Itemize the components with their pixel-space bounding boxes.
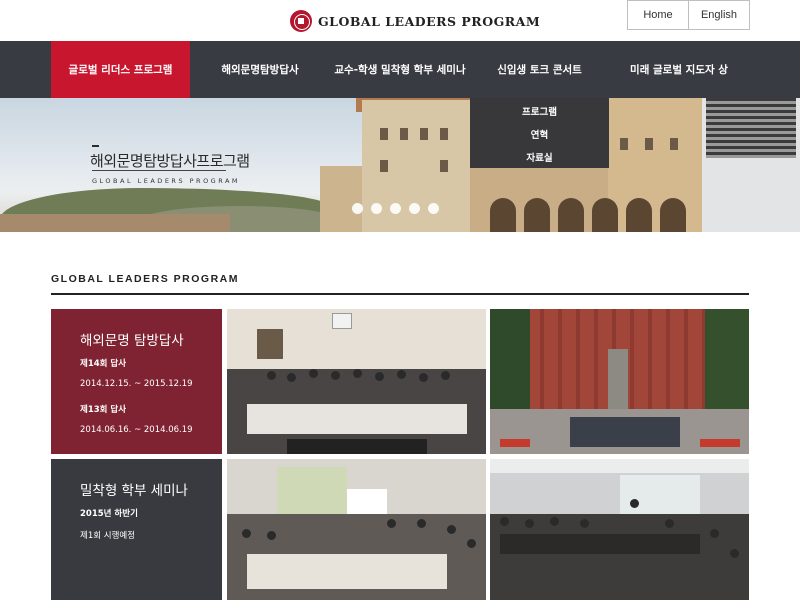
slide-dot-2[interactable]	[371, 203, 382, 214]
nav-item-overseas-tour[interactable]: 해외문명탐방답사	[190, 41, 330, 98]
home-link[interactable]: Home	[628, 1, 689, 29]
card-seminar[interactable]: 밀착형 학부 세미나 2015년 하반기 제1회 시행예정	[51, 459, 222, 600]
window	[380, 160, 388, 172]
hero-building-left	[320, 166, 366, 232]
arch	[524, 198, 550, 232]
main-nav: 글로벌 리더스 프로그램 해외문명탐방답사 교수-학생 밀착형 학부 세미나 신…	[0, 41, 800, 98]
card-entry-label: 제14회 답사	[80, 359, 127, 369]
card-entry-date: 2014.06.16. ~ 2014.06.19	[80, 425, 193, 435]
window	[440, 128, 448, 140]
hero-town	[0, 214, 230, 232]
window	[420, 128, 428, 140]
section-title: GLOBAL LEADERS PROGRAM	[51, 273, 239, 285]
card-title: 밀착형 학부 세미나	[80, 483, 188, 499]
slide-dot-1[interactable]	[352, 203, 363, 214]
site-logo[interactable]: GLOBAL LEADERS PROGRAM	[290, 10, 540, 32]
dropdown-item-archive[interactable]: 자료실	[470, 150, 609, 164]
card-entry-label: 2015년 하반기	[80, 509, 138, 519]
card-entry-date: 제1회 시행예정	[80, 531, 136, 541]
hero-title: 해외문명탐방답사프로그램	[90, 152, 250, 170]
photo-group-meeting-room[interactable]	[227, 309, 486, 454]
hero-title-accent	[92, 145, 99, 147]
nav-item-seminar[interactable]: 교수-학생 밀착형 학부 세미나	[330, 41, 470, 98]
nav-item-global-leaders[interactable]: 글로벌 리더스 프로그램	[51, 41, 190, 98]
dropdown-item-program[interactable]: 프로그램	[470, 104, 609, 118]
arch	[592, 198, 618, 232]
hero-subtitle: GLOBAL LEADERS PROGRAM	[92, 177, 241, 185]
slide-dot-5[interactable]	[428, 203, 439, 214]
window	[620, 138, 628, 150]
window	[380, 128, 388, 140]
hero-building-far	[702, 98, 800, 232]
window	[400, 128, 408, 140]
slide-indicators	[352, 203, 439, 214]
nav-item-future-leader[interactable]: 미래 글로벌 지도자 상	[609, 41, 749, 98]
nav-dropdown-menu: 프로그램 연혁 자료실	[470, 98, 609, 168]
window	[670, 138, 678, 150]
card-entry-date: 2014.12.15. ~ 2015.12.19	[80, 379, 193, 389]
hero-title-underline	[92, 170, 226, 171]
photo-group-campus[interactable]	[490, 309, 749, 454]
arch	[490, 198, 516, 232]
slide-dot-4[interactable]	[409, 203, 420, 214]
section-divider	[51, 293, 749, 295]
arch	[626, 198, 652, 232]
photo-seminar-1[interactable]	[227, 459, 486, 600]
card-title: 해외문명 탐방답사	[80, 333, 184, 349]
logo-text: GLOBAL LEADERS PROGRAM	[318, 13, 541, 29]
nav-item-talk-concert[interactable]: 신입생 토크 콘서트	[470, 41, 609, 98]
top-bar: GLOBAL LEADERS PROGRAM Home English	[0, 0, 800, 41]
arch	[660, 198, 686, 232]
hero-arches	[480, 198, 702, 232]
dropdown-item-history[interactable]: 연혁	[470, 127, 609, 141]
card-overseas-tour[interactable]: 해외문명 탐방답사 제14회 답사 2014.12.15. ~ 2015.12.…	[51, 309, 222, 454]
window	[645, 138, 653, 150]
window	[440, 160, 448, 172]
photo-seminar-2[interactable]	[490, 459, 749, 600]
arch	[558, 198, 584, 232]
slide-dot-3[interactable]	[390, 203, 401, 214]
card-entry-label: 제13회 답사	[80, 405, 127, 415]
language-switcher: Home English	[627, 0, 750, 30]
english-link[interactable]: English	[689, 1, 749, 29]
university-seal-icon	[290, 10, 312, 32]
